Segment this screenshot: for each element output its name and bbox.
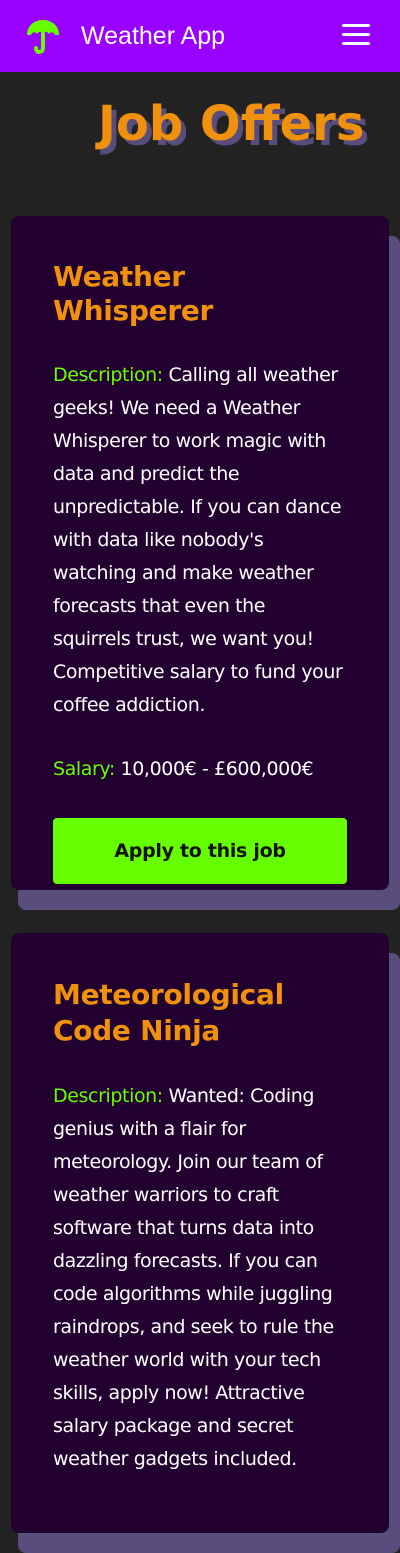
job-description-text: Wanted: Coding genius with a flair for m…	[53, 1085, 334, 1470]
salary-label: Salary:	[53, 758, 115, 780]
job-card-body: Meteorological Code Ninja Description: W…	[11, 933, 389, 1533]
apply-button[interactable]: Apply to this job	[53, 818, 347, 884]
menu-bar	[342, 33, 370, 36]
brand-link[interactable]: Weather App	[24, 18, 225, 54]
job-title: Meteorological Code Ninja	[53, 978, 284, 1047]
hamburger-menu-icon[interactable]	[342, 23, 372, 47]
brand-name: Weather App	[81, 22, 226, 50]
description-label: Description:	[53, 1085, 163, 1107]
job-description-text: Calling all weather geeks! We need a Wea…	[53, 364, 343, 716]
umbrella-icon	[27, 20, 59, 54]
top-navbar: Weather App	[0, 0, 400, 72]
description-label: Description:	[53, 364, 163, 386]
job-salary: Salary: 10,000€ - £600,000€	[53, 753, 347, 786]
job-card-body: Weather Whisperer Description: Calling a…	[11, 216, 389, 890]
job-description: Description: Calling all weather geeks! …	[53, 359, 347, 722]
menu-bar	[342, 42, 370, 45]
job-title: Weather Whisperer	[53, 260, 214, 327]
job-description: Description: Wanted: Coding genius with …	[53, 1080, 347, 1476]
menu-bar	[342, 24, 370, 27]
page-title: Job Offers	[98, 96, 365, 152]
job-salary-value: 10,000€ - £600,000€	[120, 758, 314, 780]
